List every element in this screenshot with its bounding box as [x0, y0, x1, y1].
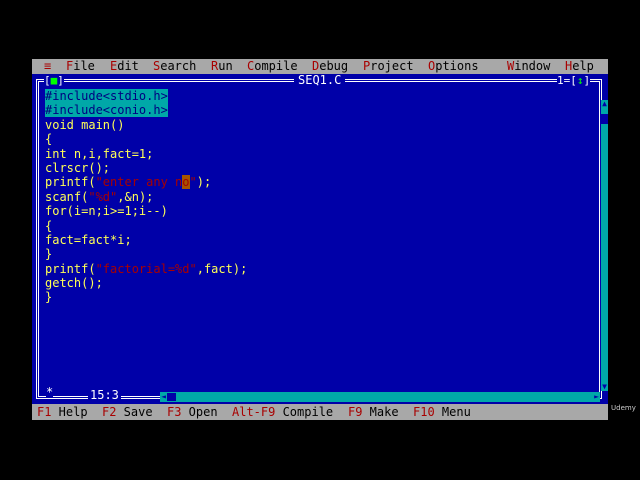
status-open[interactable]: F3 Open [167, 405, 218, 419]
status-label: Menu [434, 405, 471, 419]
status-make[interactable]: F9 Make [348, 405, 399, 419]
menu-help[interactable]: Help [565, 60, 594, 73]
code-token: ); [196, 175, 212, 190]
menu-search-label: earch [160, 59, 197, 73]
udemy-watermark: Udemy [611, 404, 636, 412]
code-line: #include<stdio.h> [45, 89, 247, 103]
status-label: Make [362, 405, 399, 419]
code-token: ,fact); [196, 261, 248, 276]
window-number-and-zoom[interactable]: 1=[↕] [557, 74, 591, 87]
menu-project[interactable]: Project [363, 60, 414, 73]
menu-debug[interactable]: Debug [312, 60, 348, 73]
menu-bar: ≡ File Edit Search Run Compile Debug Pro… [32, 59, 608, 74]
code-area[interactable]: #include<stdio.h> #include<conio.h> void m… [45, 89, 247, 305]
code-line: int n,i,fact=1; [45, 146, 154, 161]
code-line: { [45, 132, 53, 147]
status-help[interactable]: F1 Help [37, 405, 88, 419]
status-key: F3 [167, 405, 182, 419]
menu-window[interactable]: Window [507, 60, 550, 73]
string-literal: "%d" [88, 189, 118, 204]
status-key: F1 [37, 405, 52, 419]
code-line: getch(); [45, 276, 103, 291]
menu-debug-label: ebug [319, 59, 349, 73]
horizontal-scrollbar[interactable]: ◄ ► [160, 392, 600, 402]
scroll-left-arrow-icon[interactable]: ◄ [160, 392, 167, 402]
code-token: scanf( [45, 189, 89, 204]
code-line: #include<conio.h> [45, 103, 247, 118]
string-literal: "enter any n [95, 175, 183, 190]
code-line: } [45, 290, 53, 305]
system-menu-button[interactable]: ≡ [44, 60, 51, 73]
editor-window[interactable]: [■] SEQ1.C 1=[↕] #include<stdio.h> #inclu… [32, 74, 608, 404]
menu-options[interactable]: Options [428, 60, 479, 73]
modified-indicator: * [46, 385, 54, 399]
status-key: F9 [348, 405, 363, 419]
menu-compile[interactable]: Compile [247, 60, 298, 73]
status-key: F10 [413, 405, 435, 419]
window-title: SEQ1.C [294, 74, 346, 87]
code-line: void main() [45, 117, 125, 132]
menu-search[interactable]: Search [153, 60, 196, 73]
menu-run[interactable]: Run [211, 60, 233, 73]
status-key: Alt-F9 [232, 405, 276, 419]
status-bar: F1 Help F2 Save F3 Open Alt-F9 Compile F… [32, 404, 608, 420]
menu-options-label: ptions [435, 59, 479, 73]
status-compile[interactable]: Alt-F9 Compile [232, 405, 333, 419]
scroll-down-arrow-icon[interactable]: ▼ [601, 383, 608, 391]
window-number: 1 [557, 74, 564, 87]
scroll-right-arrow-icon[interactable]: ► [593, 392, 600, 402]
menu-file-label: ile [73, 59, 95, 73]
code-line: clrscr(); [45, 160, 111, 175]
menu-help-label: elp [572, 59, 594, 73]
status-menu[interactable]: F10 Menu [413, 405, 471, 419]
status-label: Help [51, 405, 88, 419]
code-line: printf("factorial=%d",fact); [45, 262, 247, 276]
code-token: ,&n); [117, 189, 154, 204]
status-label: Compile [275, 405, 334, 419]
code-line: { [45, 218, 53, 233]
zoom-box-icon[interactable]: ↕ [577, 74, 584, 87]
menu-file[interactable]: File [66, 60, 95, 73]
close-box-button[interactable]: [■] [44, 75, 64, 87]
turbo-c-screen: ≡ File Edit Search Run Compile Debug Pro… [32, 59, 608, 420]
code-token: printf( [45, 175, 96, 190]
menu-project-label: roject [370, 59, 414, 73]
status-label: Open [181, 405, 218, 419]
selected-text: #include<stdio.h> [45, 89, 168, 103]
menu-edit-label: dit [117, 59, 139, 73]
status-label: Save [116, 405, 153, 419]
menu-window-label: indow [514, 59, 551, 73]
text-cursor: o [182, 175, 190, 190]
code-token: printf( [45, 261, 96, 276]
menu-compile-label: ompile [254, 59, 298, 73]
cursor-position: 15:3 [88, 388, 121, 402]
code-line: scanf("%d",&n); [45, 190, 247, 204]
status-save[interactable]: F2 Save [102, 405, 153, 419]
status-key: F2 [102, 405, 117, 419]
menu-run-label: un [218, 59, 233, 73]
string-literal: "factorial=%d" [95, 261, 197, 276]
horizontal-scroll-thumb[interactable] [167, 393, 176, 401]
scroll-up-arrow-icon[interactable]: ▲ [601, 100, 608, 108]
code-line: for(i=n;i>=1;i--) [45, 204, 168, 219]
close-box-icon: ■ [50, 74, 58, 87]
vertical-scrollbar[interactable]: ▲ ▼ [601, 100, 608, 391]
string-literal: " [189, 175, 197, 190]
code-line: } [45, 247, 53, 262]
menu-edit[interactable]: Edit [110, 60, 139, 73]
vertical-scroll-thumb[interactable] [601, 114, 608, 124]
code-line: printf("enter any no"); [45, 175, 247, 190]
code-line: fact=fact*i; [45, 232, 132, 247]
selected-text: #include<conio.h> [45, 103, 168, 118]
